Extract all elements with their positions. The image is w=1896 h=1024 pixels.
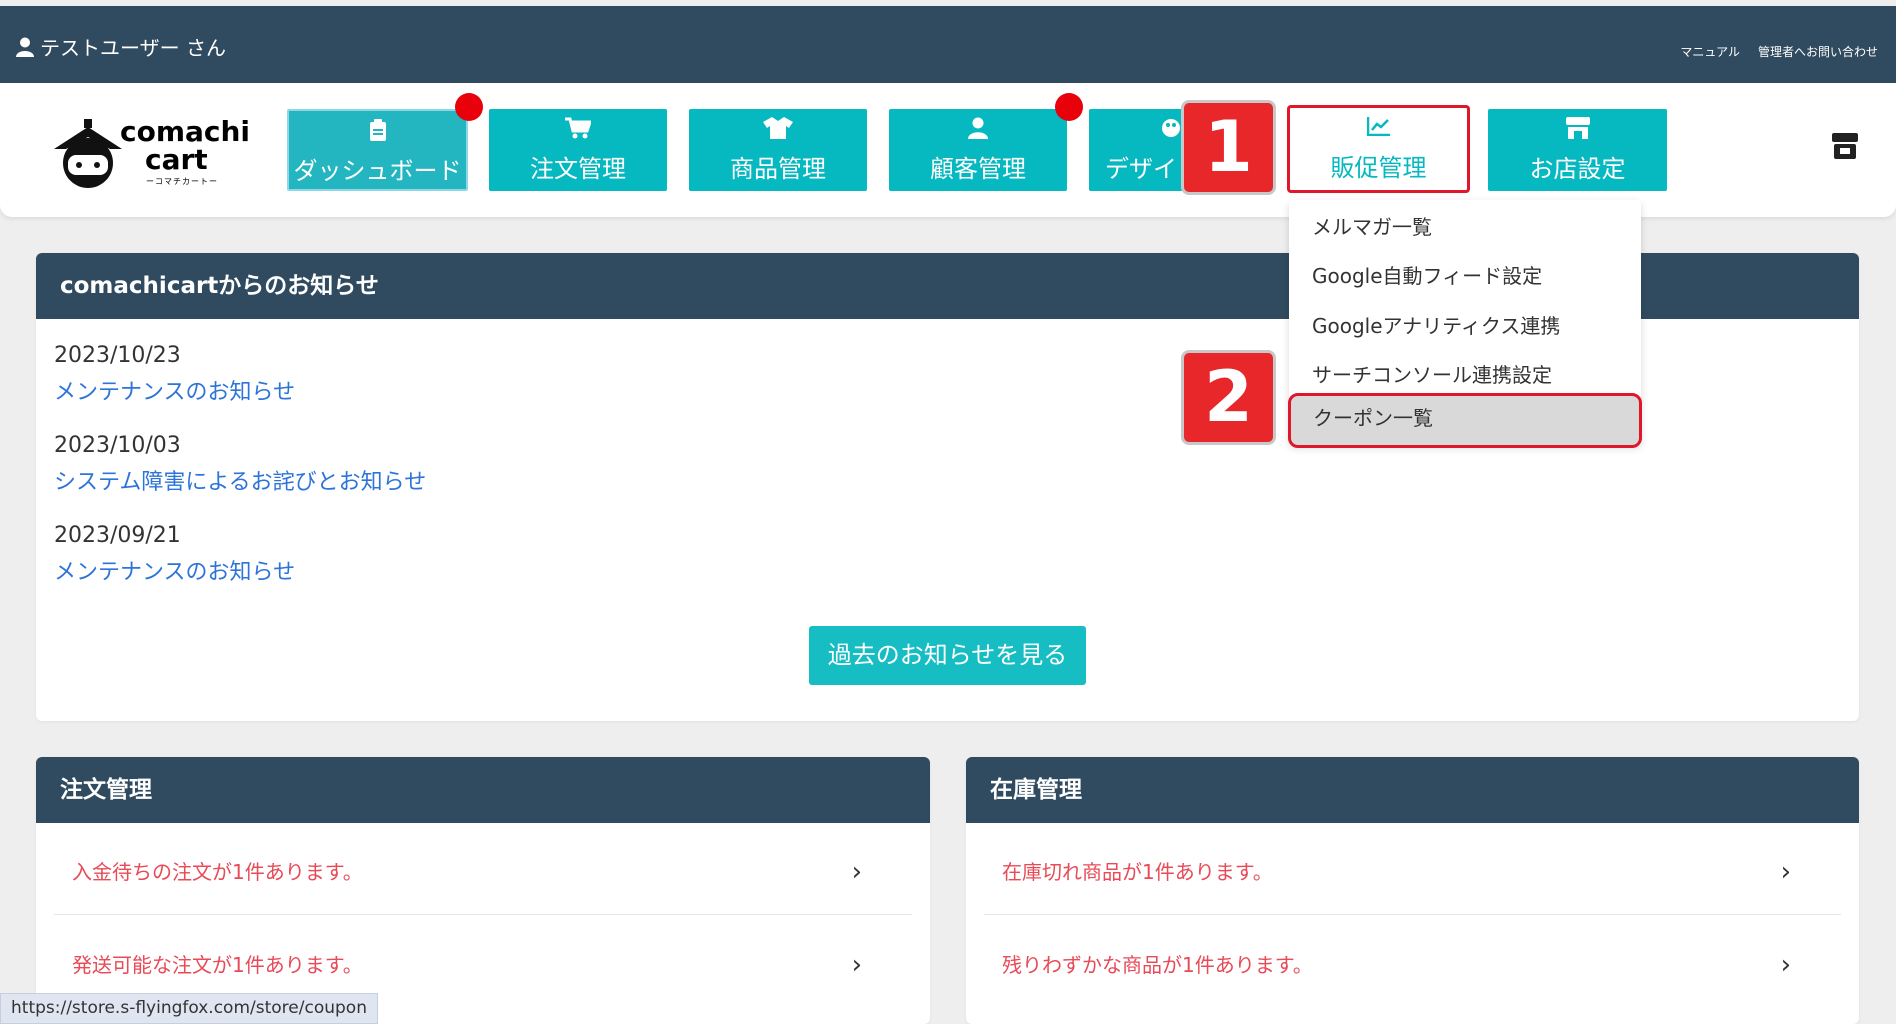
nav-store-settings-button[interactable]: お店設定 [1488, 109, 1667, 191]
notice-link[interactable]: システム障害によるお詫びとお知らせ [54, 464, 426, 496]
palette-icon [1162, 119, 1180, 137]
stock-row-text: 残りわずかな商品が1件あります。 [1002, 953, 1313, 977]
nav-store-settings-label: お店設定 [1529, 155, 1626, 183]
orders-row-awaiting-payment[interactable]: 入金待ちの注文が1件あります。 › [54, 823, 912, 915]
notification-dot [1055, 93, 1083, 121]
nav-customers-label: 顧客管理 [930, 155, 1026, 183]
logo-subtext: ーコマチカートー [146, 177, 218, 186]
clipboard-icon [369, 119, 386, 141]
chevron-right-icon: › [1780, 950, 1791, 980]
user-icon [968, 117, 988, 139]
orders-row-text: 入金待ちの注文が1件あります。 [72, 860, 363, 884]
notification-dot [455, 93, 483, 121]
menu-item-mail-magazine[interactable]: メルマガ一覧 [1289, 203, 1641, 251]
notice-date: 2023/10/03 [54, 433, 181, 458]
notice-link[interactable]: メンテナンスのお知らせ [54, 374, 295, 406]
orders-row-text: 発送可能な注文が1件あります。 [72, 953, 363, 977]
promotion-dropdown-menu: メルマガ一覧 Google自動フィード設定 Googleアナリティクス連携 サー… [1288, 200, 1642, 448]
nav-design-button[interactable]: デザイ [1089, 109, 1189, 191]
user-icon [16, 37, 34, 57]
chevron-right-icon: › [1780, 857, 1791, 887]
callout-number-2: 2 [1181, 350, 1276, 445]
past-notices-button[interactable]: 過去のお知らせを見る [809, 626, 1086, 685]
nav-design-label: デザイ [1105, 155, 1177, 183]
main-navbar: comachi cart ーコマチカートー ダッシュボード 注文管理 商品管理 … [0, 83, 1896, 217]
chart-line-icon [1366, 117, 1390, 137]
user-name: テストユーザー さん [40, 36, 226, 60]
notice-date: 2023/10/23 [54, 343, 181, 368]
top-bar: テストユーザー さん マニュアル 管理者へお問い合わせ [0, 6, 1896, 83]
nav-orders-label: 注文管理 [530, 155, 626, 183]
store-front-icon[interactable] [1832, 133, 1858, 163]
stock-card: 在庫管理 在庫切れ商品が1件あります。 › 残りわずかな商品が1件あります。 › [966, 757, 1859, 1024]
nav-dashboard-button[interactable]: ダッシュボード [287, 109, 468, 191]
orders-card: 注文管理 入金待ちの注文が1件あります。 › 発送可能な注文が1件あります。 › [36, 757, 930, 1024]
callout-number-1: 1 [1181, 100, 1276, 195]
store-icon [1565, 117, 1590, 139]
nav-products-button[interactable]: 商品管理 [689, 109, 867, 191]
cart-icon [565, 117, 593, 139]
menu-item-google-analytics[interactable]: Googleアナリティクス連携 [1289, 302, 1641, 350]
nav-products-label: 商品管理 [730, 155, 826, 183]
stock-row-text: 在庫切れ商品が1件あります。 [1002, 860, 1273, 884]
logo-text-cart: cart [145, 143, 208, 176]
logo-mascot-icon [54, 119, 122, 188]
stock-row-low-stock[interactable]: 残りわずかな商品が1件あります。 › [984, 916, 1841, 1008]
notice-link[interactable]: メンテナンスのお知らせ [54, 554, 295, 586]
contact-admin-link[interactable]: 管理者へお問い合わせ [1758, 43, 1878, 60]
link-status-url: https://store.s-flyingfox.com/store/coup… [0, 993, 378, 1024]
nav-dashboard-label: ダッシュボード [293, 157, 462, 185]
nav-promotion-button[interactable]: 販促管理 [1287, 105, 1470, 193]
menu-item-google-feed[interactable]: Google自動フィード設定 [1289, 252, 1641, 300]
logo[interactable]: comachi cart ーコマチカートー [48, 113, 250, 197]
notice-date: 2023/09/21 [54, 523, 181, 548]
stock-card-title: 在庫管理 [966, 757, 1859, 823]
stock-row-out-of-stock[interactable]: 在庫切れ商品が1件あります。 › [984, 823, 1841, 915]
menu-item-search-console[interactable]: サーチコンソール連携設定 [1289, 351, 1641, 399]
chevron-right-icon: › [851, 950, 862, 980]
user-info[interactable]: テストユーザー さん [16, 32, 226, 61]
menu-item-coupon-list[interactable]: クーポン一覧 [1288, 393, 1642, 448]
chevron-right-icon: › [851, 857, 862, 887]
tshirt-icon [763, 117, 793, 139]
nav-promotion-label: 販促管理 [1330, 154, 1427, 182]
nav-customers-button[interactable]: 顧客管理 [889, 109, 1067, 191]
manual-link[interactable]: マニュアル [1680, 43, 1740, 60]
orders-card-title: 注文管理 [36, 757, 930, 823]
nav-orders-button[interactable]: 注文管理 [489, 109, 667, 191]
